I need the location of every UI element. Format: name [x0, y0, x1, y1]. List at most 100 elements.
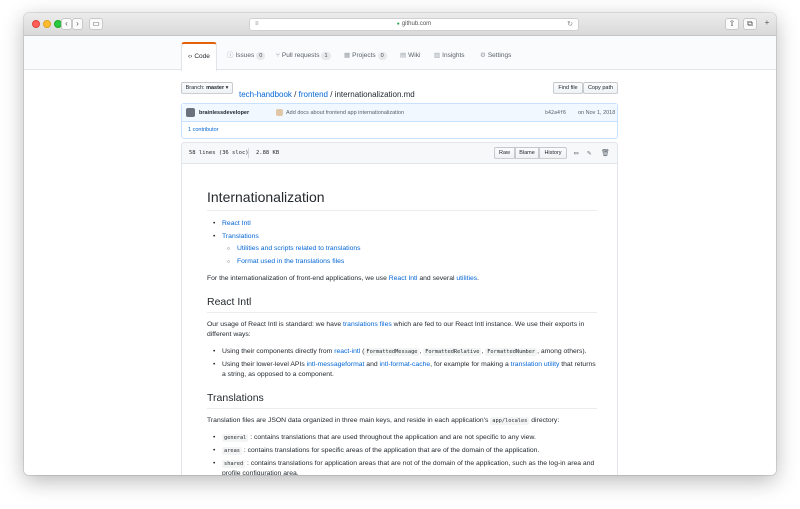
toc-subitem: Format used in the translations files	[222, 257, 597, 267]
commit-sha-link[interactable]: b42a4f6	[545, 104, 566, 122]
toc-item: React Intl	[207, 219, 597, 229]
breadcrumb: tech-handbook / frontend / international…	[239, 89, 415, 101]
share-button[interactable]: ⇧	[725, 18, 739, 30]
intro-text: and several	[417, 275, 457, 282]
translation-keys-list: general : contains translations that are…	[207, 433, 597, 475]
utilities-link[interactable]: utilities	[456, 275, 477, 282]
browser-toolbar: ‹ › ▭ ≡ ● github.com ↻ ⇧ ⧉ +	[24, 13, 776, 36]
file-content: Internationalization React Intl Translat…	[181, 164, 618, 475]
trash-icon[interactable]: 🗑	[601, 143, 610, 163]
list-text: : contains translations for specific are…	[241, 447, 540, 454]
branch-select[interactable]: Branch: master ▾	[181, 82, 233, 94]
list-text: : contains translations for application …	[222, 460, 595, 475]
caret-down-icon: ▾	[225, 85, 229, 91]
projects-count: 0	[377, 52, 387, 60]
address-bar[interactable]: ≡ ● github.com ↻	[249, 18, 579, 31]
inline-code: FormattedNumber	[485, 348, 538, 356]
avatar-small	[276, 109, 283, 116]
tab-issues[interactable]: ⓘ Issues 0	[227, 42, 266, 70]
translations-text: Translation files are JSON data organize…	[207, 417, 491, 424]
contributors-row: 1 contributor	[182, 122, 617, 139]
list-item: Using their lower-level APIs intl-messag…	[207, 360, 597, 380]
minimize-window-button[interactable]	[43, 20, 51, 28]
breadcrumb-separator: /	[330, 90, 333, 99]
back-button[interactable]: ‹	[61, 18, 72, 30]
sidebar-button[interactable]: ▭	[89, 18, 103, 30]
table-of-contents: React Intl Translations Utilities and sc…	[207, 219, 597, 267]
translation-utility-link[interactable]: translation utility	[511, 361, 560, 368]
tab-pull-requests-label: Pull requests	[281, 52, 320, 59]
intl-format-cache-link[interactable]: intl-format-cache	[380, 361, 431, 368]
close-window-button[interactable]	[32, 20, 40, 28]
file-lines: 58 lines (36 sloc)	[189, 150, 249, 156]
avatar	[186, 108, 195, 117]
breadcrumb-dir-link[interactable]: frontend	[299, 90, 328, 99]
inline-code: FormattedMessage	[364, 348, 420, 356]
inline-code: general	[222, 434, 249, 442]
list-text: and	[364, 361, 380, 368]
find-file-button[interactable]: Find file	[553, 82, 583, 94]
branch-select-label: Branch:	[185, 85, 205, 91]
list-text: , among others).	[537, 348, 587, 355]
toc-link-format[interactable]: Format used in the translations files	[237, 258, 344, 265]
tab-wiki[interactable]: ▤ Wiki	[400, 42, 420, 70]
inline-code: shared	[222, 460, 246, 468]
toc-subitem: Utilities and scripts related to transla…	[222, 244, 597, 254]
list-item: areas : contains translations for specif…	[207, 446, 597, 456]
forward-button[interactable]: ›	[72, 18, 83, 30]
file-info-divider	[248, 148, 249, 158]
project-icon: ▦	[344, 52, 351, 59]
file-size: 2.88 KB	[256, 150, 280, 156]
toc-item: Translations Utilities and scripts relat…	[207, 232, 597, 267]
toc-link-translations[interactable]: Translations	[222, 233, 259, 240]
react-intl-link[interactable]: React Intl	[389, 275, 418, 282]
toc-sublist: Utilities and scripts related to transla…	[222, 244, 597, 267]
pencil-icon[interactable]: ✎	[587, 143, 591, 163]
pull-requests-count: 1	[321, 52, 331, 60]
tab-settings[interactable]: ⚙ Settings	[480, 42, 511, 70]
list-item: shared : contains translations for appli…	[207, 459, 597, 475]
plus-icon: +	[764, 18, 770, 27]
commit-author-link[interactable]: brainlessdeveloper	[199, 104, 249, 122]
breadcrumb-repo-link[interactable]: tech-handbook	[239, 90, 292, 99]
tab-code[interactable]: ‹› Code	[181, 42, 217, 71]
history-button[interactable]: History	[539, 147, 567, 159]
github-page: ‹› Code ⓘ Issues 0 ⑂ Pull requests 1 ▦ Project…	[24, 36, 776, 475]
tab-insights-label: Insights	[442, 52, 465, 59]
raw-button[interactable]: Raw	[494, 147, 515, 159]
breadcrumb-separator: /	[294, 90, 297, 99]
repo-nav: ‹› Code ⓘ Issues 0 ⑂ Pull requests 1 ▦ Project…	[24, 36, 776, 71]
tab-projects-label: Projects	[352, 52, 376, 59]
desktop-icon[interactable]: ▭	[574, 143, 578, 163]
pull-request-icon: ⑂	[276, 52, 280, 59]
commit-date: on Nov 1, 2018	[578, 110, 616, 116]
tabs-button[interactable]: ⧉	[743, 18, 757, 30]
reload-icon[interactable]: ↻	[567, 19, 573, 30]
copy-path-button[interactable]: Copy path	[583, 82, 618, 94]
commit-message-link[interactable]: Add docs about frontend app internationa…	[286, 104, 404, 122]
new-tab-button[interactable]: +	[762, 18, 772, 30]
blame-button[interactable]: Blame	[515, 147, 539, 159]
doc-title: Internationalization	[207, 188, 597, 211]
code-icon: ‹›	[188, 53, 193, 60]
reader-icon: ≡	[255, 21, 259, 27]
graph-icon: ▥	[434, 52, 441, 59]
toc-link-utilities[interactable]: Utilities and scripts related to transla…	[237, 245, 361, 252]
contributors-link[interactable]: 1 contributor	[188, 127, 219, 133]
file-header: 58 lines (36 sloc) 2.88 KB Raw Blame His…	[181, 142, 618, 164]
react-intl-package-link[interactable]: react-intl	[334, 348, 360, 355]
tab-projects[interactable]: ▦ Projects 0	[344, 42, 387, 70]
markdown-body: Internationalization React Intl Translat…	[207, 188, 597, 475]
commit-tease: brainlessdeveloper Add docs about fronte…	[181, 103, 618, 139]
intro-paragraph: For the internationalization of front-en…	[207, 274, 597, 284]
translations-files-link[interactable]: translations files	[343, 321, 392, 328]
tab-settings-label: Settings	[487, 52, 512, 59]
intl-messageformat-link[interactable]: intl-messageformat	[307, 361, 365, 368]
toc-link-react-intl[interactable]: React Intl	[222, 220, 251, 227]
tab-code-label: Code	[194, 53, 210, 60]
tab-insights[interactable]: ▥ Insights	[434, 42, 465, 70]
tab-pull-requests[interactable]: ⑂ Pull requests 1	[276, 42, 331, 70]
branch-name: master	[206, 85, 225, 91]
list-text: : contains translations that are used th…	[248, 434, 536, 441]
usage-text: Our usage of React Intl is standard: we …	[207, 321, 344, 328]
